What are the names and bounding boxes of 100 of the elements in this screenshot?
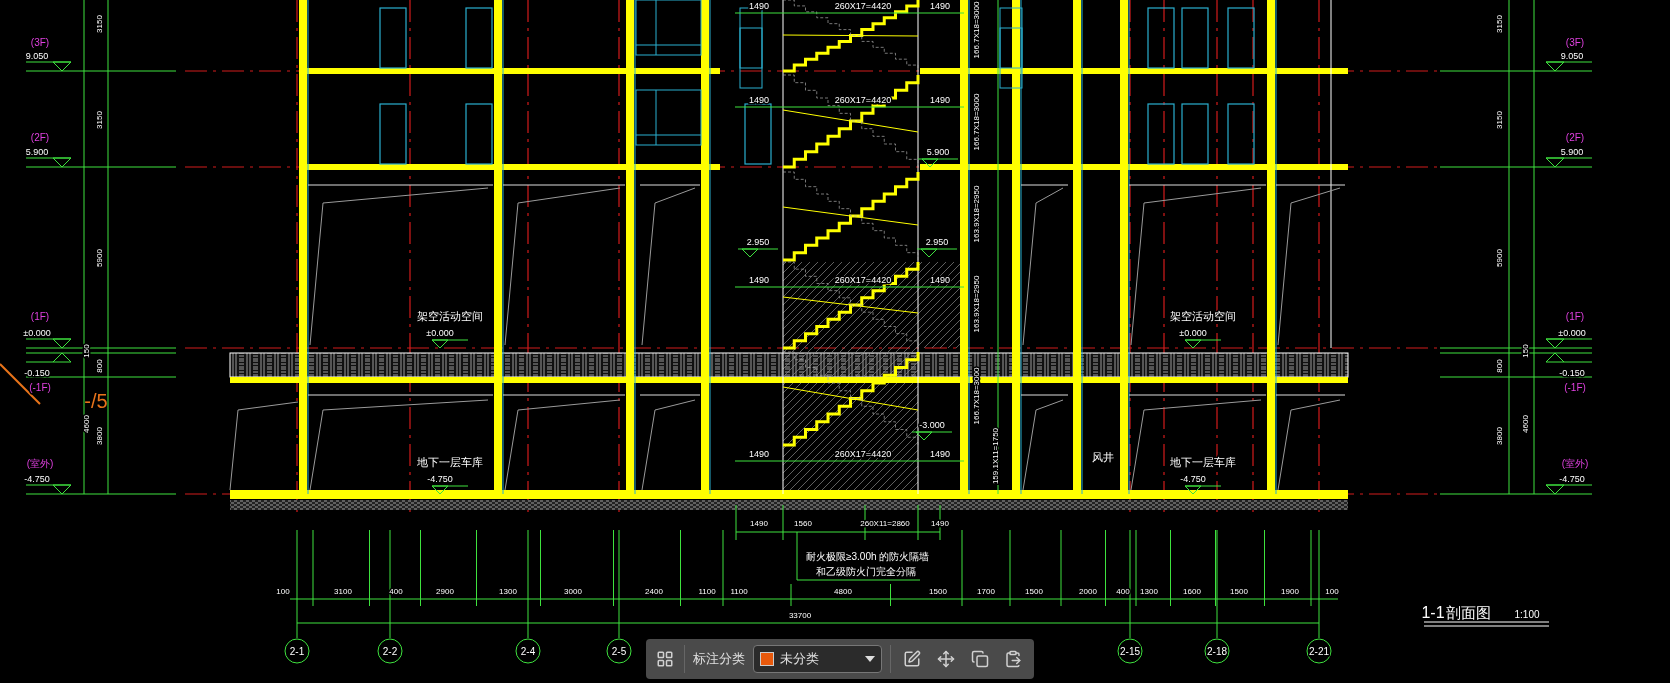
elevation-value: 2.950 — [746, 237, 770, 247]
dimension-text: 150 — [82, 344, 91, 358]
dimension-text: 3150 — [1495, 111, 1504, 129]
dimension-text: 1490 — [749, 449, 769, 459]
dimension-text: 1490 — [930, 95, 950, 105]
axis-bubble — [1117, 638, 1143, 664]
dimension-text: 1490 — [930, 275, 950, 285]
dimension-text: 3150 — [95, 111, 104, 129]
elevation-marker-icon — [25, 338, 72, 349]
dimension-text: 100 — [1325, 587, 1339, 596]
elevation-value: -0.150 — [24, 368, 50, 378]
elevation-marker-icon — [1545, 338, 1593, 349]
dimension-text: 4600 — [1521, 415, 1530, 433]
dimension-text: 1500 — [929, 587, 947, 596]
axis-label: 2-18 — [1207, 646, 1227, 657]
dimension-text: 2900 — [436, 587, 454, 596]
elevation-marker-icon — [431, 339, 469, 349]
room-label: 地下一层车库 — [1170, 456, 1236, 468]
floor-label: (2F) — [1565, 132, 1585, 143]
dimension-text: 260X17=4420 — [834, 449, 892, 459]
drawing-title: 1-1 — [1421, 604, 1445, 621]
dimension-text: 150 — [1521, 344, 1530, 358]
elevation-value: 5.900 — [926, 147, 950, 157]
shaft-label: 风井 — [1092, 451, 1114, 463]
drawing-title: 剖面图 — [1445, 604, 1491, 621]
elevation-marker-icon — [911, 431, 953, 441]
dimension-text: 2000 — [1079, 587, 1097, 596]
elevation-marker-icon — [1184, 485, 1222, 495]
floor-label: (3F) — [1565, 37, 1585, 48]
dimension-text: 1490 — [750, 519, 768, 528]
elevation-marker-icon — [431, 485, 469, 495]
elevation-value: ±0.000 — [426, 328, 454, 338]
dimension-text: 400 — [389, 587, 403, 596]
note-text: 和乙级防火门完全分隔 — [816, 566, 916, 577]
dimension-text: 3150 — [1495, 15, 1504, 33]
axis-bubble — [515, 638, 541, 664]
dimension-text: 1490 — [930, 449, 950, 459]
elevation-marker-icon — [917, 158, 959, 168]
dimension-text: 1490 — [749, 275, 769, 285]
markup-note: -/5 — [84, 390, 108, 412]
room-label: 架空活动空间 — [1170, 310, 1236, 322]
floor-label: (-1F) — [29, 382, 51, 393]
room-label: 地下一层车库 — [417, 456, 483, 468]
elevation-value: 2.950 — [925, 237, 949, 247]
dimension-text: 1600 — [1183, 587, 1201, 596]
axis-bubble — [1204, 638, 1230, 664]
axis-bubble — [377, 638, 403, 664]
dimension-text: 3800 — [95, 427, 104, 445]
dimension-text: 5900 — [1495, 249, 1504, 267]
elevation-value: -4.750 — [1559, 474, 1585, 484]
dimension-text: 1490 — [931, 519, 949, 528]
elevation-marker-icon — [25, 157, 72, 168]
room-label: 架空活动空间 — [417, 310, 483, 322]
dimension-text: 260X17=4420 — [834, 275, 892, 285]
dimension-text: 3800 — [1495, 427, 1504, 445]
elevation-marker-icon — [1545, 61, 1593, 72]
axis-label: 2-5 — [611, 646, 627, 657]
elevation-marker-icon — [1545, 352, 1593, 363]
elevation-value: ±0.000 — [23, 328, 51, 338]
elevation-marker-icon — [1184, 339, 1222, 349]
axis-label: 2-1 — [289, 646, 305, 657]
dimension-text: 1560 — [794, 519, 812, 528]
dimension-text: 4600 — [82, 415, 91, 433]
category-select[interactable]: 未分类 — [752, 645, 883, 673]
dimension-text: 3000 — [564, 587, 582, 596]
scale-text: 1:100 — [1514, 609, 1540, 620]
elevation-value: -4.750 — [1180, 474, 1206, 484]
elevation-value: -4.750 — [427, 474, 453, 484]
dimension-text: 2400 — [645, 587, 663, 596]
axis-label: 2-21 — [1309, 646, 1329, 657]
dimension-text: 1300 — [1140, 587, 1158, 596]
floor-label: (2F) — [30, 132, 50, 143]
elevation-value: -0.150 — [1559, 368, 1585, 378]
dimension-text: 1100 — [698, 587, 716, 596]
elevation-marker-icon — [1545, 157, 1593, 168]
dimension-text: 1300 — [499, 587, 517, 596]
dimension-text: 163.9X18=2950 — [972, 275, 981, 333]
dimension-text: 33700 — [788, 611, 812, 620]
elevation-value: 9.050 — [25, 51, 49, 61]
dimension-text: 800 — [95, 359, 104, 373]
dimension-text: 3100 — [334, 587, 352, 596]
dimension-text: 800 — [1495, 359, 1504, 373]
dimension-text: 260X17=4420 — [834, 1, 892, 11]
floor-label: (室外) — [1561, 458, 1589, 469]
dimension-text: 163.9X18=2950 — [972, 185, 981, 243]
axis-label: 2-2 — [382, 646, 398, 657]
dimension-text: 166.7X18=3000 — [972, 1, 981, 59]
elevation-value: 9.050 — [1560, 51, 1584, 61]
floor-label: (1F) — [1565, 311, 1585, 322]
floor-label: (1F) — [30, 311, 50, 322]
category-label: 标注分类 — [692, 650, 745, 669]
elevation-marker-icon — [25, 61, 72, 72]
dimension-text: 166.7X18=3000 — [972, 367, 981, 425]
dimension-text: 166.7X18=3000 — [972, 93, 981, 151]
dimension-text: 3150 — [95, 15, 104, 33]
dimension-text: 100 — [276, 587, 290, 596]
dimension-text: 1900 — [1281, 587, 1299, 596]
elevation-marker-icon — [25, 352, 72, 363]
elevation-marker-icon — [737, 248, 779, 258]
axis-bubble — [1306, 638, 1332, 664]
